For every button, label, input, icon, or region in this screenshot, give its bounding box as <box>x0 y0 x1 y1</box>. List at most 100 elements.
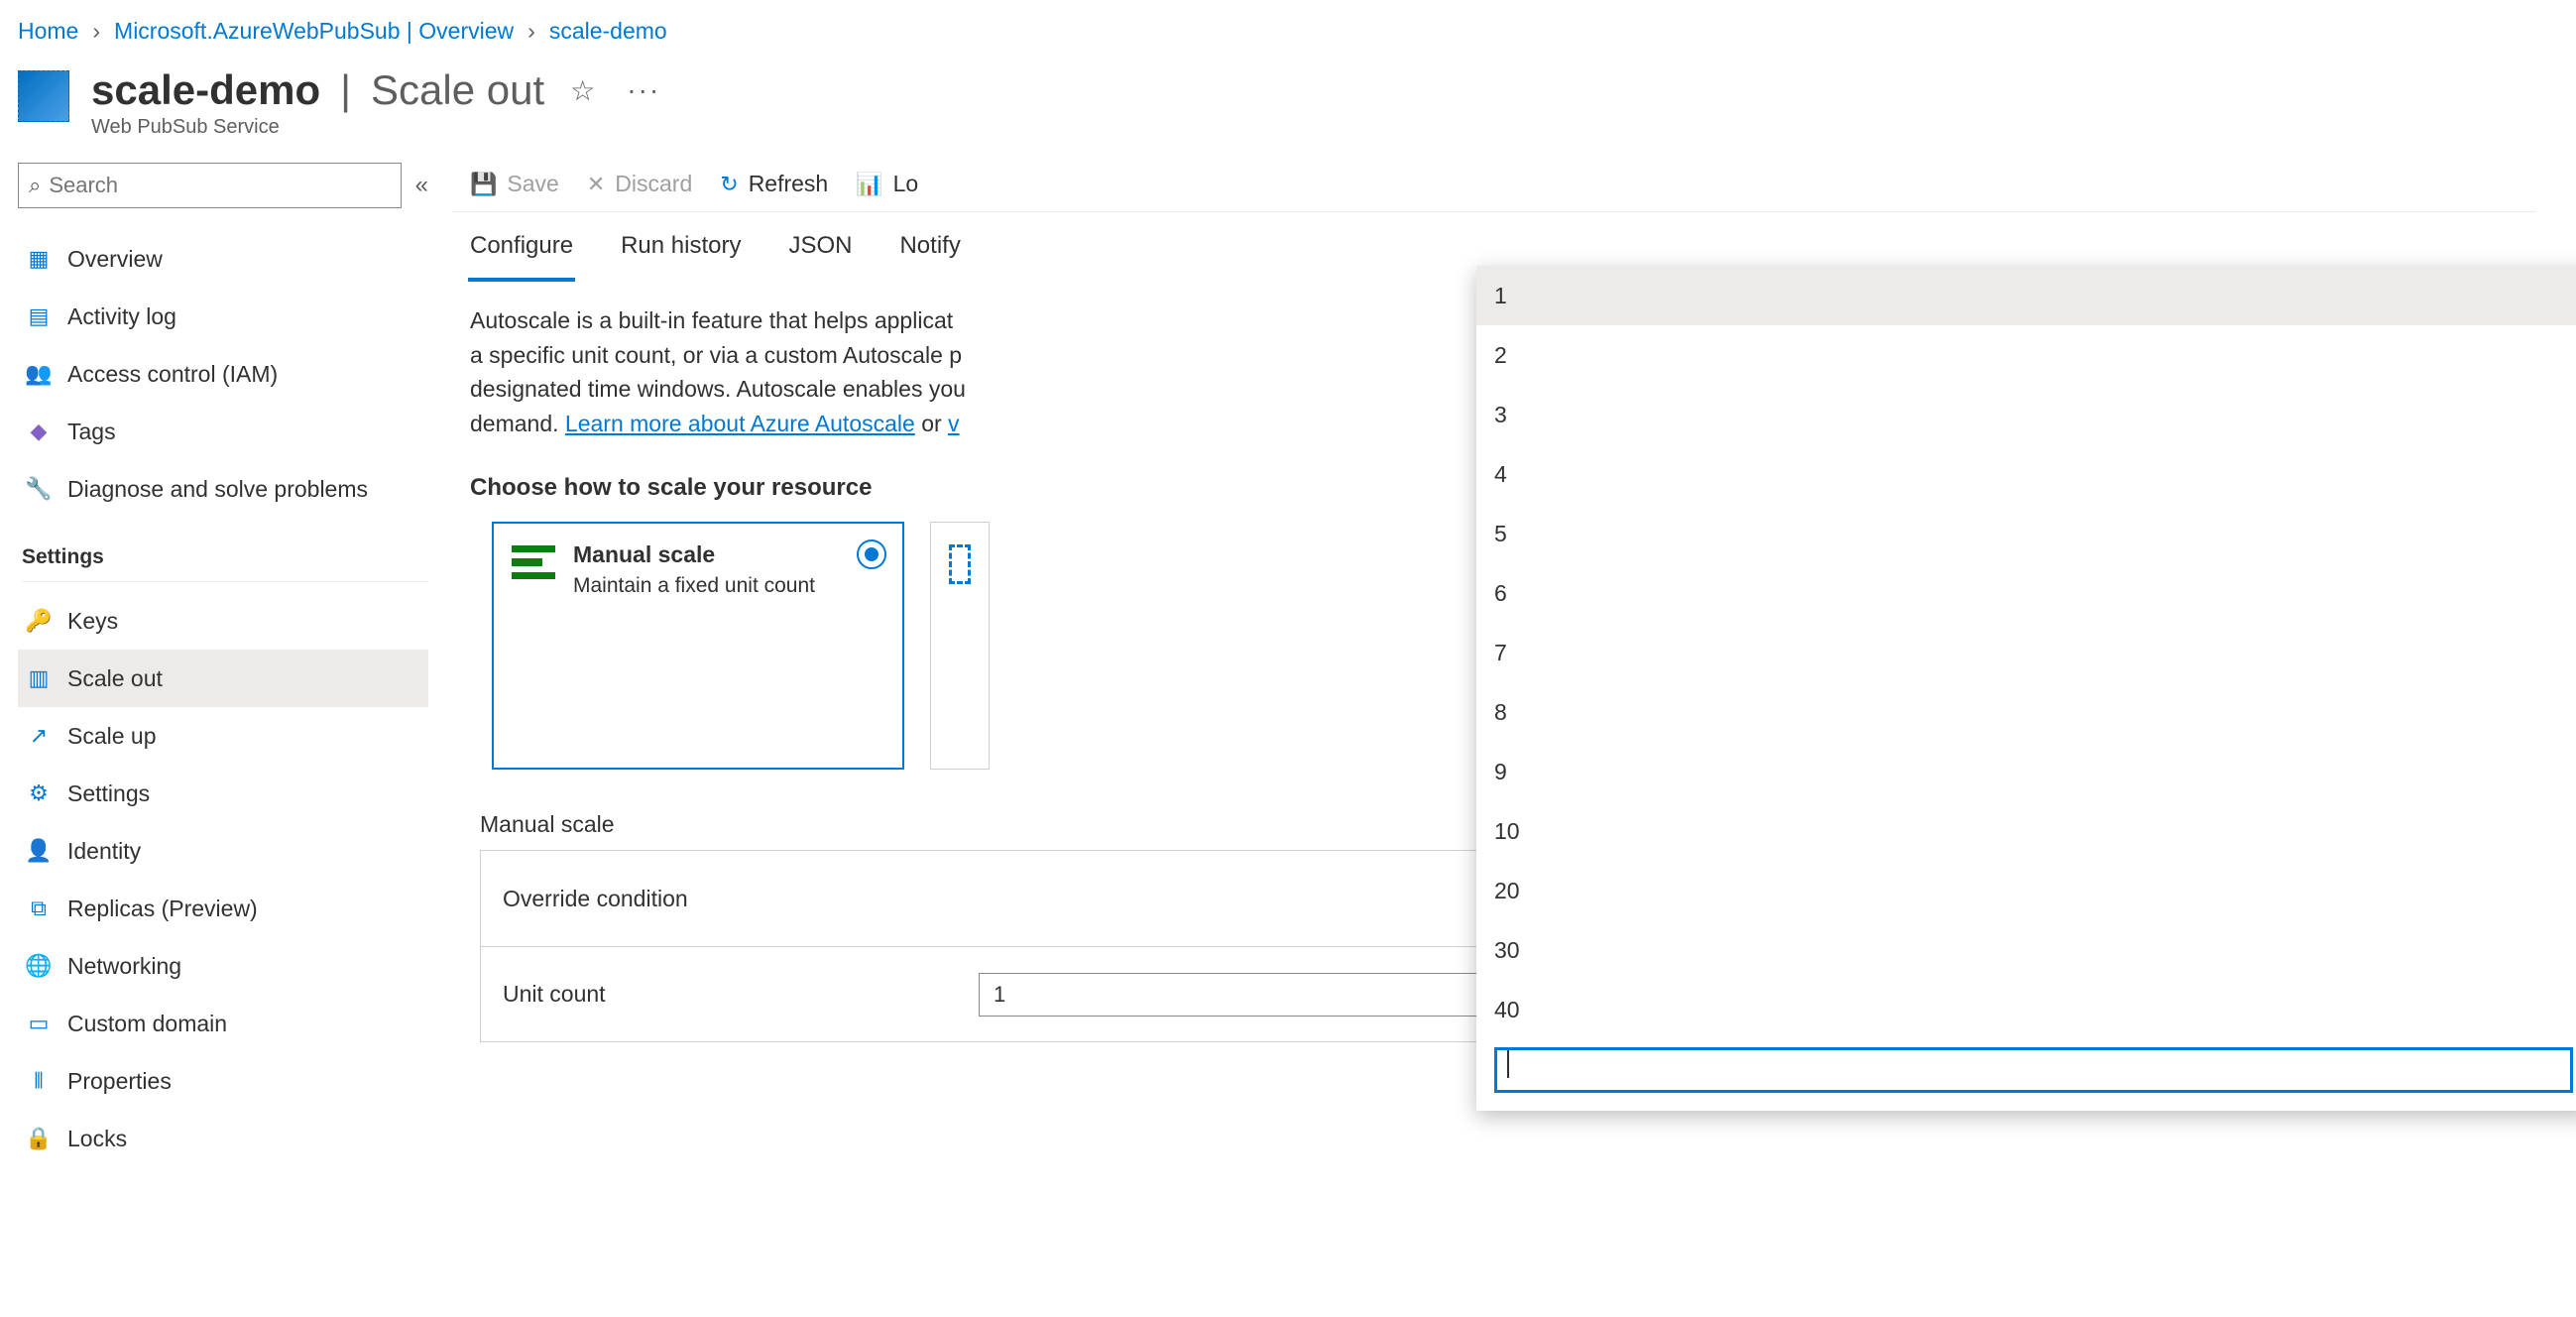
resource-icon <box>18 70 69 122</box>
tags-icon: ◆ <box>26 419 52 444</box>
nav-settings: 🔑Keys ▥Scale out ↗ Scale up ⚙ Settings 👤Id… <box>18 592 428 1167</box>
refresh-button[interactable]: ↻Refresh <box>720 171 828 197</box>
nav-label: Identity <box>67 838 141 865</box>
dropdown-option[interactable]: 3 <box>1476 385 2576 444</box>
dropdown-option[interactable]: 40 <box>1476 980 2576 1039</box>
logs-icon: 📊 <box>856 172 882 197</box>
breadcrumb-separator-icon: › <box>92 18 100 45</box>
desc-line: demand. <box>470 411 565 436</box>
page-section-title: Scale out <box>371 66 544 114</box>
override-condition-label: Override condition <box>503 886 979 912</box>
nav-scale-up[interactable]: ↗ Scale up <box>18 707 428 765</box>
button-label: Save <box>507 171 558 197</box>
dropdown-option[interactable]: 5 <box>1476 504 2576 563</box>
nav-section-settings: Settings <box>22 545 428 582</box>
settings-gear-icon: ⚙ <box>26 780 52 806</box>
nav-access-control[interactable]: 👥 Access control (IAM) <box>18 345 428 403</box>
tab-notify[interactable]: Notify <box>897 226 962 282</box>
sidebar-search[interactable]: ⌕ <box>18 163 402 208</box>
dropdown-option[interactable]: 6 <box>1476 563 2576 623</box>
toolbar: 💾Save ✕Discard ↻Refresh 📊 Lo <box>452 163 2536 211</box>
text-cursor-icon <box>1507 1050 1509 1078</box>
dropdown-option[interactable]: 10 <box>1476 801 2576 861</box>
collapse-sidebar-icon[interactable]: « <box>415 172 428 199</box>
resource-name: scale-demo <box>91 66 320 114</box>
favorite-star-icon[interactable]: ☆ <box>564 68 601 113</box>
nav-locks[interactable]: 🔒Locks <box>18 1110 428 1167</box>
networking-icon: 🌐 <box>26 953 52 979</box>
search-input[interactable] <box>49 173 390 198</box>
title-divider: | <box>340 66 351 114</box>
tab-run-history[interactable]: Run history <box>619 226 743 282</box>
nav-replicas[interactable]: ⧉ Replicas (Preview) <box>18 880 428 937</box>
nav-tags[interactable]: ◆ Tags <box>18 403 428 460</box>
more-actions-icon[interactable]: ··· <box>621 68 666 112</box>
nav-scale-out[interactable]: ▥Scale out <box>18 650 428 707</box>
unit-count-dropdown[interactable]: 12345678910203040 <box>1476 266 2576 1111</box>
breadcrumb-home[interactable]: Home <box>18 18 78 45</box>
nav-label: Replicas (Preview) <box>67 896 258 922</box>
custom-autoscale-card[interactable] <box>930 522 990 770</box>
dropdown-option[interactable]: 30 <box>1476 920 2576 980</box>
dropdown-option[interactable]: 4 <box>1476 444 2576 504</box>
scale-up-icon: ↗ <box>26 723 52 749</box>
tab-json[interactable]: JSON <box>786 226 854 282</box>
button-label: Lo <box>893 171 919 197</box>
desc-line: a specific unit count, or via a custom A… <box>470 342 962 368</box>
radio-selected-icon <box>857 539 886 569</box>
desc-line: Autoscale is a built-in feature that hel… <box>470 307 953 333</box>
nav-label: Networking <box>67 953 181 980</box>
dropdown-option[interactable]: 8 <box>1476 682 2576 742</box>
nav-keys[interactable]: 🔑Keys <box>18 592 428 650</box>
custom-autoscale-icon <box>949 544 971 584</box>
breadcrumb-separator-icon: › <box>527 18 535 45</box>
discard-icon: ✕ <box>587 172 605 197</box>
breadcrumb-l1[interactable]: Microsoft.AzureWebPubSub | Overview <box>114 18 514 45</box>
scale-out-icon: ▥ <box>26 665 52 691</box>
nav-diagnose[interactable]: 🔧Diagnose and solve problems <box>18 460 428 518</box>
nav-label: Settings <box>67 780 150 807</box>
nav-overview[interactable]: ▦Overview <box>18 230 428 288</box>
nav-label: Tags <box>67 419 116 445</box>
save-button[interactable]: 💾Save <box>470 171 559 197</box>
nav-identity[interactable]: 👤Identity <box>18 822 428 880</box>
discard-button[interactable]: ✕Discard <box>587 171 692 197</box>
breadcrumb: Home › Microsoft.AzureWebPubSub | Overvi… <box>0 0 2576 55</box>
overview-icon: ▦ <box>26 246 52 272</box>
dropdown-option-list: 12345678910203040 <box>1476 266 2576 1039</box>
access-control-icon: 👥 <box>26 361 52 387</box>
dropdown-option[interactable]: 9 <box>1476 742 2576 801</box>
dropdown-option[interactable]: 7 <box>1476 623 2576 682</box>
nav-properties[interactable]: ⦀Properties <box>18 1052 428 1110</box>
sidebar: ⌕ « ▦Overview ▤ Activity log 👥 Access cont… <box>0 163 452 1167</box>
nav-settings-item[interactable]: ⚙ Settings <box>18 765 428 822</box>
learn-more-link[interactable]: Learn more about Azure Autoscale <box>565 411 915 436</box>
desc-line: designated time windows. Autoscale enabl… <box>470 376 966 402</box>
refresh-icon: ↻ <box>720 172 738 197</box>
tab-configure[interactable]: Configure <box>468 226 575 282</box>
replicas-icon: ⧉ <box>26 896 52 921</box>
breadcrumb-l2[interactable]: scale-demo <box>549 18 667 45</box>
nav-custom-domain[interactable]: ▭Custom domain <box>18 995 428 1052</box>
nav-networking[interactable]: 🌐 Networking <box>18 937 428 995</box>
resource-type-label: Web PubSub Service <box>91 116 666 139</box>
secondary-link[interactable]: v <box>948 411 960 436</box>
dropdown-option[interactable]: 2 <box>1476 325 2576 385</box>
nav-label: Custom domain <box>67 1011 227 1037</box>
dropdown-option[interactable]: 1 <box>1476 266 2576 325</box>
manual-scale-icon <box>512 545 555 579</box>
manual-scale-card[interactable]: Manual scale Maintain a fixed unit count <box>492 522 904 770</box>
dropdown-filter-input[interactable] <box>1494 1047 2573 1093</box>
dropdown-option[interactable]: 20 <box>1476 861 2576 920</box>
card-title: Manual scale <box>573 541 815 568</box>
nav-label: Activity log <box>67 303 176 330</box>
activity-log-icon: ▤ <box>26 303 52 329</box>
nav-activity-log[interactable]: ▤ Activity log <box>18 288 428 345</box>
main-content: 💾Save ✕Discard ↻Refresh 📊 Lo Configure Ru… <box>452 163 2576 1042</box>
nav-label: Access control (IAM) <box>67 361 278 388</box>
nav-label: Scale up <box>67 723 157 750</box>
nav-label: Properties <box>67 1068 172 1095</box>
logs-button[interactable]: 📊 Lo <box>856 171 918 197</box>
card-subtitle: Maintain a fixed unit count <box>573 574 815 598</box>
unit-count-value: 1 <box>994 982 1005 1008</box>
